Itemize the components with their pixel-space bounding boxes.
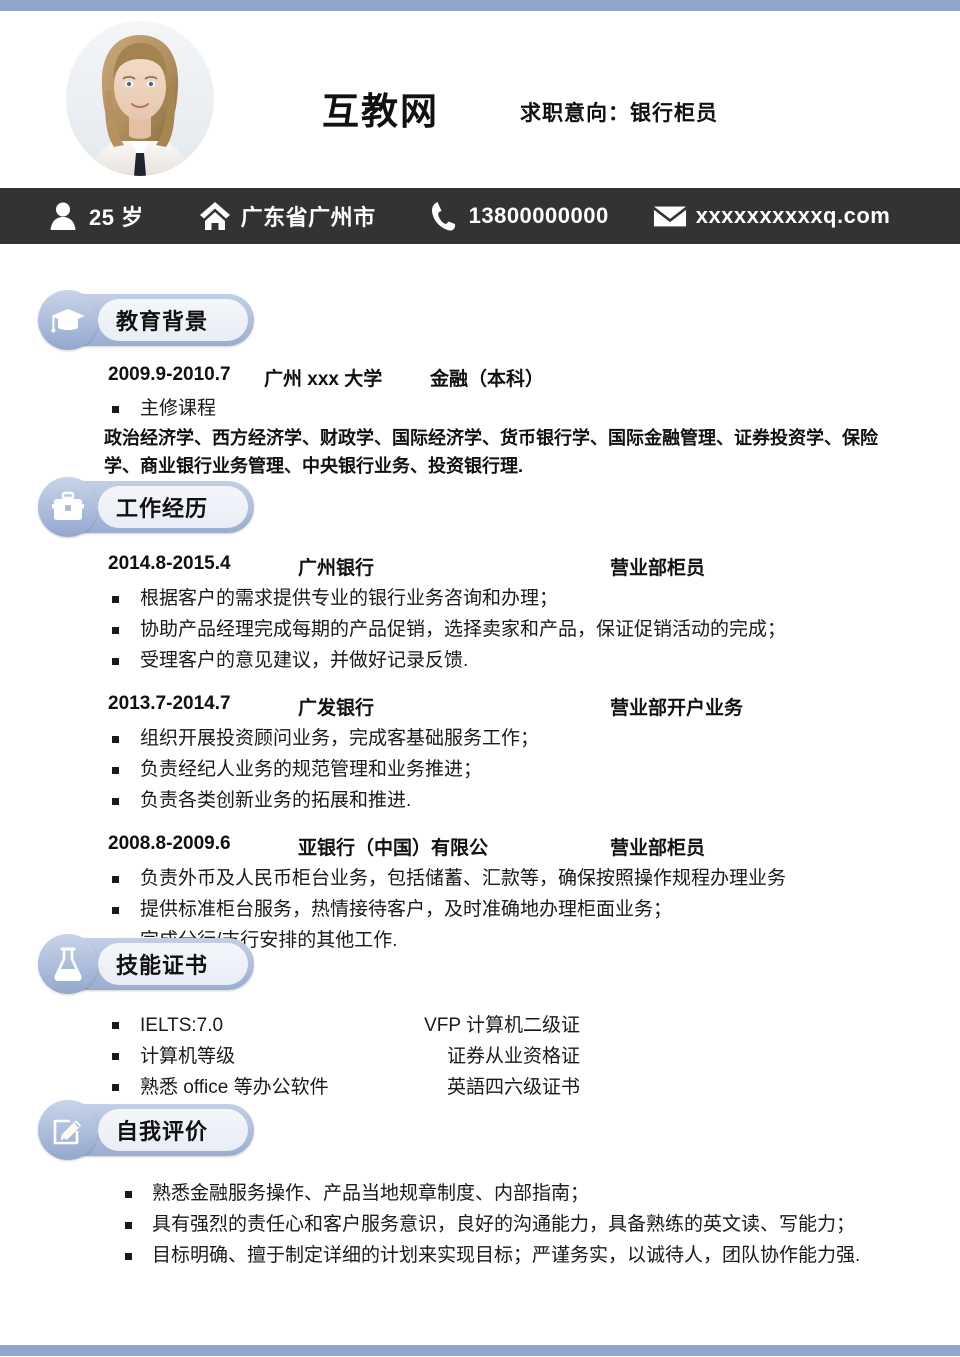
page-title: 互教网 xyxy=(322,91,439,132)
section-work-experience: 工作经历 2014.8-2015.4 广州银行 营业部柜员 根据客户的需求提供专… xyxy=(0,477,960,956)
contact-email: xxxxxxxxxxq.com xyxy=(653,199,891,233)
skills-table: IELTS:7.0 VFP 计算机二级证 计算机等级 证券从业资格证 熟悉 of… xyxy=(0,1010,960,1103)
mail-icon xyxy=(653,199,687,233)
work-date: 2014.8-2015.4 xyxy=(108,553,231,574)
education-course-label: 主修课程 xyxy=(0,394,960,424)
top-accent-bar xyxy=(0,0,960,11)
list-item: 根据客户的需求提供专业的银行业务咨询和办理； xyxy=(0,583,960,614)
work-role: 营业部开户业务 xyxy=(610,698,744,719)
work-company: 亚银行（中国）有限公 xyxy=(298,838,489,859)
skill-left: 熟悉 office 等办公软件 xyxy=(140,1077,329,1098)
resume-header: 互教网 求职意向：银行柜员 xyxy=(0,11,960,186)
home-icon xyxy=(198,199,232,233)
education-course-list: 政治经济学、西方经济学、财政学、国际经济学、货币银行学、国际金融管理、证券投资学… xyxy=(104,428,878,476)
list-item: 协助产品经理完成每期的产品促销，选择卖家和产品，保证促销活动的完成； xyxy=(0,614,960,645)
work-date: 2008.8-2009.6 xyxy=(108,833,231,854)
graduation-cap-icon xyxy=(38,290,98,350)
work-bullets: 组织开展投资顾问业务，完成客基础服务工作； 负责经纪人业务的规范管理和业务推进；… xyxy=(0,723,960,816)
phone-icon xyxy=(426,199,460,233)
list-item: 组织开展投资顾问业务，完成客基础服务工作； xyxy=(0,723,960,754)
work-bullets: 根据客户的需求提供专业的银行业务咨询和办理； 协助产品经理完成每期的产品促销，选… xyxy=(0,583,960,676)
list-item: 熟悉金融服务操作、产品当地规章制度、内部指南； xyxy=(0,1178,960,1209)
list-item: 受理客户的意见建议，并做好记录反馈. xyxy=(0,645,960,676)
flask-icon xyxy=(38,934,98,994)
work-role: 营业部柜员 xyxy=(610,558,706,579)
section-title-self-evaluation: 自我评价 xyxy=(116,1119,209,1144)
work-entry-header: 2013.7-2014.7 广发银行 营业部开户业务 xyxy=(0,693,960,723)
self-evaluation-bullets: 熟悉金融服务操作、产品当地规章制度、内部指南； 具有强烈的责任心和客户服务意识，… xyxy=(0,1178,960,1271)
skill-left: 计算机等级 xyxy=(140,1046,236,1067)
section-title-skills: 技能证书 xyxy=(116,953,209,978)
person-icon xyxy=(46,199,80,233)
list-item: 负责各类创新业务的拓展和推进. xyxy=(0,785,960,816)
section-title-education: 教育背景 xyxy=(116,309,209,334)
job-objective: 求职意向：银行柜员 xyxy=(520,102,718,125)
section-badge-self-evaluation: 自我评价 xyxy=(38,1100,254,1160)
contact-address: 广东省广州市 xyxy=(198,199,376,233)
list-item: 负责经纪人业务的规范管理和业务推进； xyxy=(0,754,960,785)
section-skills: 技能证书 IELTS:7.0 VFP 计算机二级证 计算机等级 证券从业资格证 … xyxy=(0,934,960,1103)
section-badge-inner-self-evaluation: 自我评价 xyxy=(98,1109,248,1151)
contact-age: 25 岁 xyxy=(46,199,144,233)
section-badge-work: 工作经历 xyxy=(38,477,254,537)
education-entry-header: 2009.9-2010.7 广州 xxx 大学 金融（本科） xyxy=(0,364,960,394)
work-role: 营业部柜员 xyxy=(610,838,706,859)
skill-right: 证券从业资格证 xyxy=(446,1046,580,1067)
work-entry-header: 2008.8-2009.6 亚银行（中国）有限公 营业部柜员 xyxy=(0,833,960,863)
bottom-accent-bar xyxy=(0,1345,960,1356)
section-badge-inner-skills: 技能证书 xyxy=(98,943,248,985)
skill-right: 英語四六级证书 xyxy=(446,1077,580,1098)
contact-phone-text: 13800000000 xyxy=(468,203,609,228)
table-row: 计算机等级 证券从业资格证 xyxy=(0,1041,960,1072)
table-row: 熟悉 office 等办公软件 英語四六级证书 xyxy=(0,1072,960,1103)
work-company: 广发银行 xyxy=(298,698,375,719)
table-row: IELTS:7.0 VFP 计算机二级证 xyxy=(0,1010,960,1041)
work-entry-header: 2014.8-2015.4 广州银行 营业部柜员 xyxy=(0,553,960,583)
section-self-evaluation: 自我评价 熟悉金融服务操作、产品当地规章制度、内部指南； 具有强烈的责任心和客户… xyxy=(0,1100,960,1271)
briefcase-icon xyxy=(38,477,98,537)
section-badge-inner-education: 教育背景 xyxy=(98,299,248,341)
contact-address-text: 广东省广州市 xyxy=(240,205,376,230)
section-badge-skills: 技能证书 xyxy=(38,934,254,994)
contact-phone: 13800000000 xyxy=(426,199,609,233)
contact-bar: 25 岁 广东省广州市 13800000000 xxxxxxxxxxq.com xyxy=(0,188,960,244)
list-item: 目标明确、擅于制定详细的计划来实现目标；严谨务实，以诚待人，团队协作能力强. xyxy=(0,1240,960,1271)
avatar xyxy=(66,21,214,176)
contact-email-text: xxxxxxxxxxq.com xyxy=(695,203,891,228)
education-school: 广州 xxx 大学 xyxy=(264,369,383,390)
education-major: 金融（本科） xyxy=(430,369,545,390)
work-date: 2013.7-2014.7 xyxy=(108,693,231,714)
contact-age-text: 25 岁 xyxy=(89,205,144,230)
section-title-work: 工作经历 xyxy=(116,496,209,521)
list-item: 具有强烈的责任心和客户服务意识，良好的沟通能力，具备熟练的英文读、写能力； xyxy=(0,1209,960,1240)
skill-left: IELTS:7.0 xyxy=(140,1015,224,1036)
section-education: 教育背景 2009.9-2010.7 广州 xxx 大学 金融（本科） 主修课程… xyxy=(0,290,960,480)
list-item: 提供标准柜台服务，热情接待客户，及时准确地办理柜面业务； xyxy=(0,894,960,925)
education-date: 2009.9-2010.7 xyxy=(108,364,231,385)
section-badge-education: 教育背景 xyxy=(38,290,254,350)
pencil-edit-icon xyxy=(38,1100,98,1160)
portrait-photo-icon xyxy=(66,21,214,176)
skill-right: VFP 计算机二级证 xyxy=(424,1015,580,1036)
work-company: 广州银行 xyxy=(298,558,375,579)
section-badge-inner-work: 工作经历 xyxy=(98,486,248,528)
list-item: 负责外币及人民币柜台业务，包括储蓄、汇款等，确保按照操作规程办理业务 xyxy=(0,863,960,894)
